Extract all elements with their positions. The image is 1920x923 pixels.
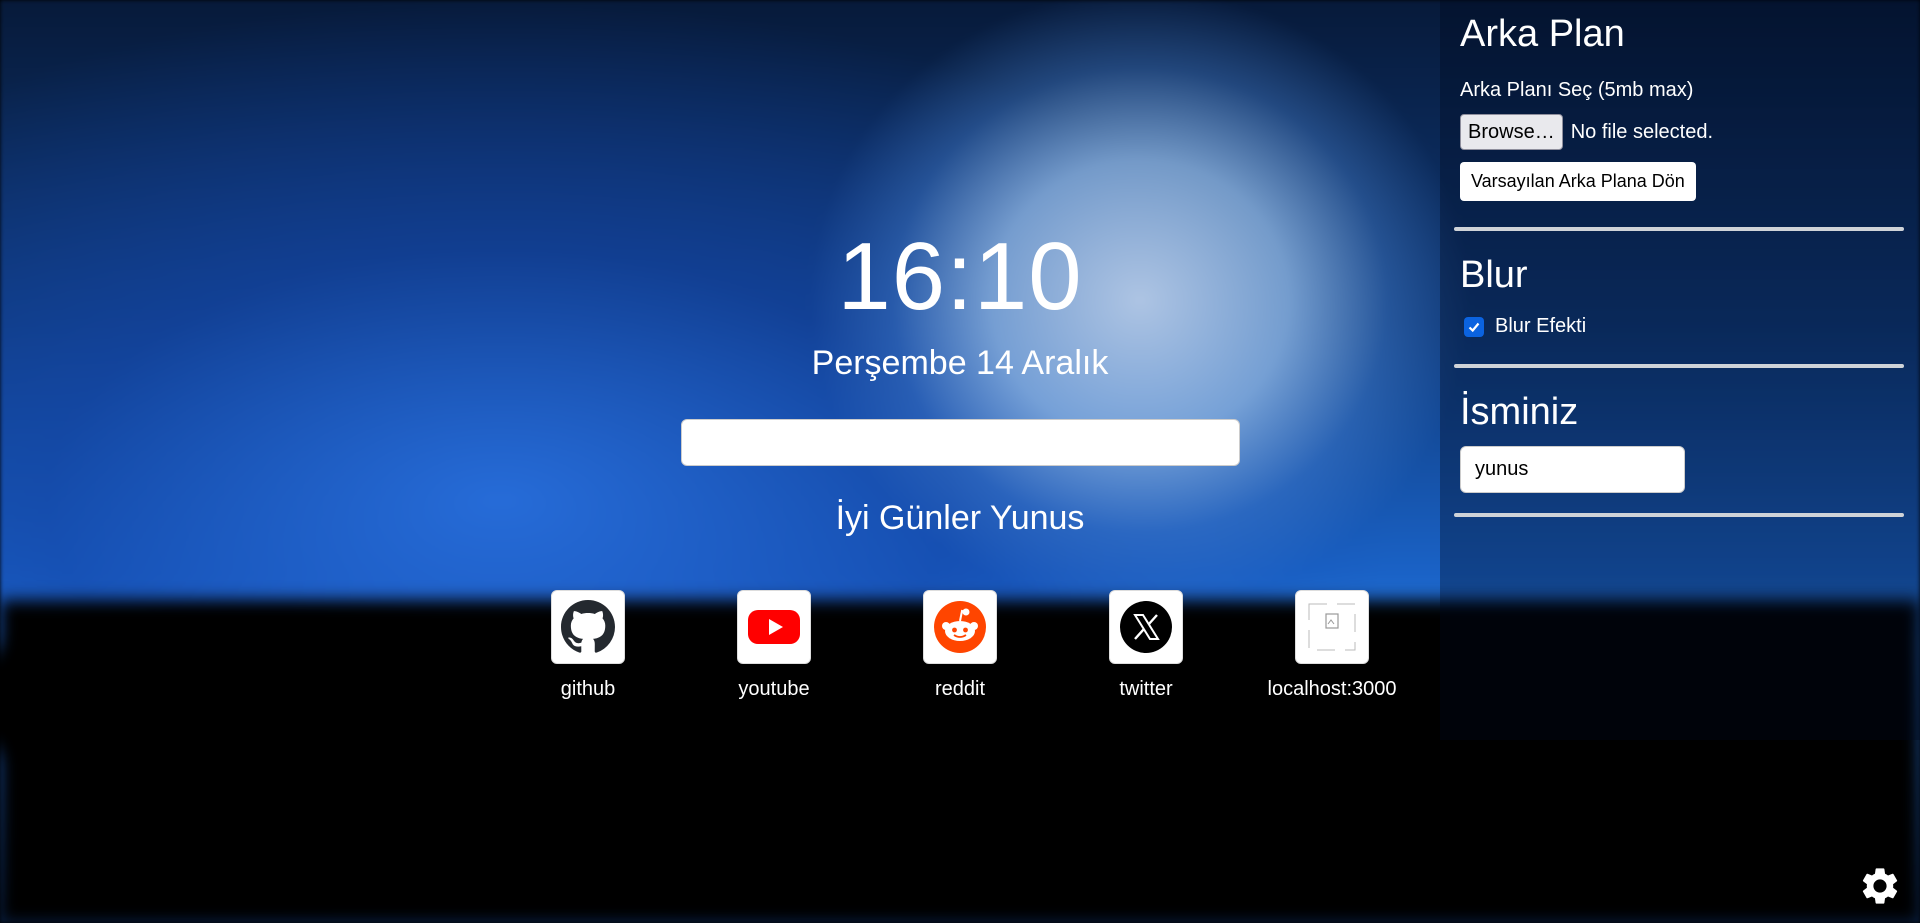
divider [1454,513,1904,517]
blur-checkbox-label: Blur Efekti [1495,315,1587,337]
reset-background-button[interactable]: Varsayılan Arka Plana Dön [1460,162,1696,201]
shortcut-label: localhost:3000 [1267,678,1397,700]
blur-section-title: Blur [1460,254,1528,296]
background-section-title: Arka Plan [1460,13,1625,55]
file-picker: Browse… No file selected. [1460,114,1904,150]
shortcut-tile[interactable] [737,590,811,664]
reddit-icon [934,601,986,653]
date-label: Perşembe 14 Aralık [811,344,1109,382]
blur-option: Blur Efekti [1464,315,1904,338]
youtube-icon [748,610,800,644]
shortcut-youtube[interactable]: youtube [711,590,837,700]
shortcut-label: reddit [934,678,986,700]
x-icon [1120,601,1172,653]
divider [1454,227,1904,231]
shortcut-label: twitter [1119,678,1173,700]
browse-button[interactable]: Browse… [1460,114,1563,150]
name-input[interactable] [1460,446,1685,493]
file-status: No file selected. [1570,120,1713,143]
shortcut-list: github youtube reddit twitter localhost:… [525,590,1397,700]
shortcut-label: github [560,678,616,700]
name-section-title: İsminiz [1460,391,1579,433]
greeting: İyi Günler Yunus [835,499,1085,537]
shortcut-reddit[interactable]: reddit [897,590,1023,700]
clock: 16:10 [837,223,1083,330]
shortcut-tile[interactable] [551,590,625,664]
shortcut-label: youtube [738,678,810,700]
broken-image-icon [1308,603,1356,651]
blur-checkbox[interactable] [1464,316,1484,337]
shortcut-tile[interactable] [923,590,997,664]
background-choose-label: Arka Planı Seç (5mb max) [1460,79,1694,101]
checkmark-icon [1468,322,1480,332]
shortcut-localhost[interactable]: localhost:3000 [1267,590,1397,700]
main-area: 16:10 Perşembe 14 Aralık İyi Günler Yunu… [680,225,1240,538]
divider [1454,364,1904,368]
settings-panel: Arka Plan Arka Planı Seç (5mb max) Brows… [1440,0,1920,740]
shortcut-tile[interactable] [1109,590,1183,664]
settings-gear-icon[interactable] [1858,864,1902,908]
shortcut-twitter[interactable]: twitter [1083,590,1209,700]
shortcut-github[interactable]: github [525,590,651,700]
shortcut-tile[interactable] [1295,590,1369,664]
search-input[interactable] [680,419,1240,466]
github-icon [561,600,615,653]
